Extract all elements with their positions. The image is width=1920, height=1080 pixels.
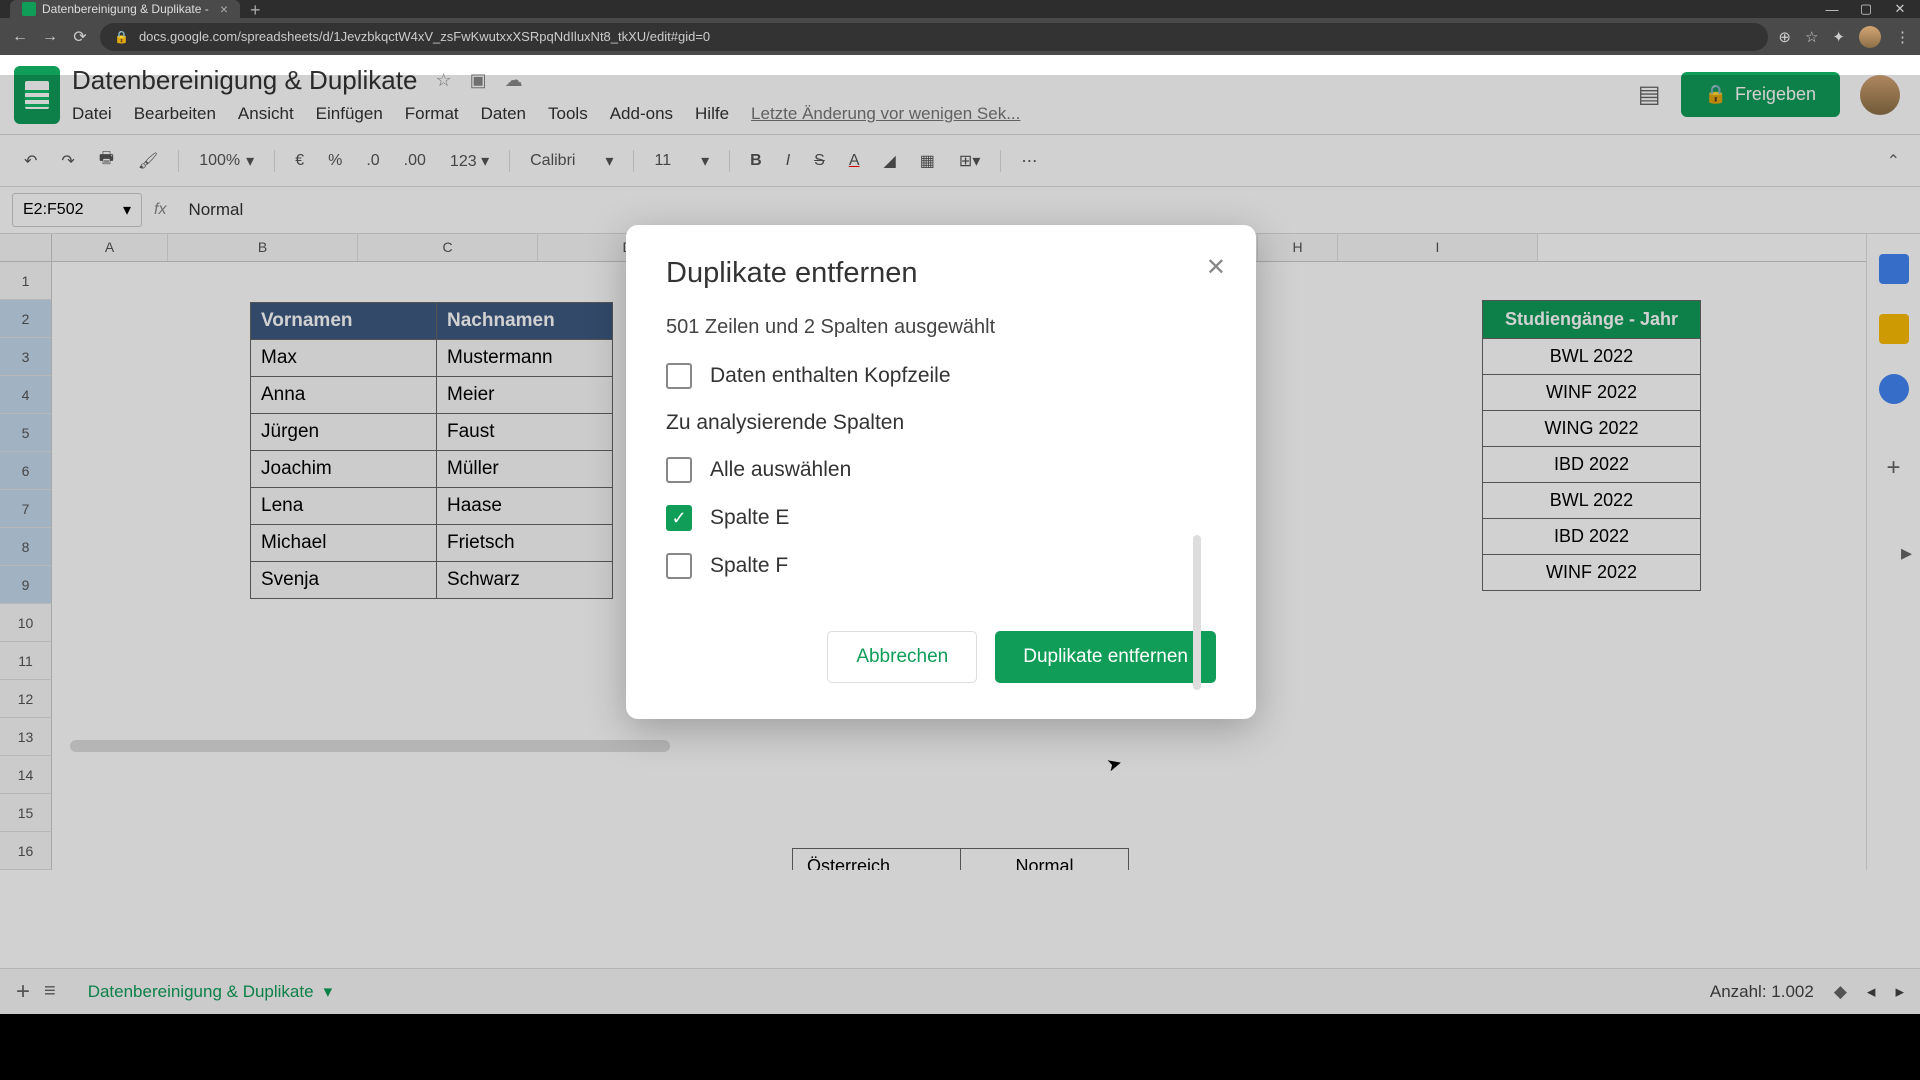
window-controls: — ▢ ✕ [1812,0,1920,18]
url-bar[interactable]: 🔒 docs.google.com/spreadsheets/d/1Jevzbk… [100,23,1768,51]
remove-duplicates-button[interactable]: Duplikate entfernen [995,631,1216,683]
select-all-label: Alle auswählen [710,458,851,482]
zoom-icon[interactable]: ⊕ [1778,28,1791,46]
reload-icon[interactable]: ⟳ [70,27,90,47]
nav-bar: ← → ⟳ 🔒 docs.google.com/spreadsheets/d/1… [0,18,1920,55]
url-text: docs.google.com/spreadsheets/d/1Jevzbkqc… [139,29,710,44]
close-tab-icon[interactable]: × [220,1,228,17]
header-row-checkbox[interactable] [666,363,692,389]
minimize-icon[interactable]: — [1824,2,1840,17]
tab-title: Datenbereinigung & Duplikate - [42,2,209,16]
columns-section-label: Zu analysierende Spalten [666,411,1216,435]
close-window-icon[interactable]: ✕ [1892,1,1908,17]
browser-tab[interactable]: Datenbereinigung & Duplikate - × [10,0,240,18]
browser-avatar[interactable] [1859,26,1881,48]
column-f-checkbox[interactable] [666,553,692,579]
dialog-scrollbar[interactable] [1193,535,1201,690]
remove-duplicates-dialog: Duplikate entfernen ✕ 501 Zeilen und 2 S… [626,225,1256,719]
new-tab-button[interactable]: + [240,0,271,18]
header-row-label: Daten enthalten Kopfzeile [710,364,951,388]
forward-icon[interactable]: → [40,28,60,46]
lock-icon: 🔒 [114,30,129,44]
cancel-button[interactable]: Abbrechen [827,631,977,683]
extensions-icon[interactable]: ✦ [1832,28,1845,46]
dialog-title: Duplikate entfernen [666,257,1216,290]
star-icon[interactable]: ☆ [1805,28,1818,46]
column-e-label: Spalte E [710,506,789,530]
column-f-label: Spalte F [710,554,788,578]
maximize-icon[interactable]: ▢ [1858,1,1874,17]
selection-info: 501 Zeilen und 2 Spalten ausgewählt [666,316,1216,339]
browser-menu-icon[interactable]: ⋮ [1895,28,1910,46]
sheets-favicon [22,2,36,16]
close-dialog-icon[interactable]: ✕ [1206,253,1226,282]
back-icon[interactable]: ← [10,28,30,46]
select-all-checkbox[interactable] [666,457,692,483]
browser-tab-bar: Datenbereinigung & Duplikate - × + — ▢ ✕ [0,0,1920,18]
column-e-checkbox[interactable]: ✓ [666,505,692,531]
